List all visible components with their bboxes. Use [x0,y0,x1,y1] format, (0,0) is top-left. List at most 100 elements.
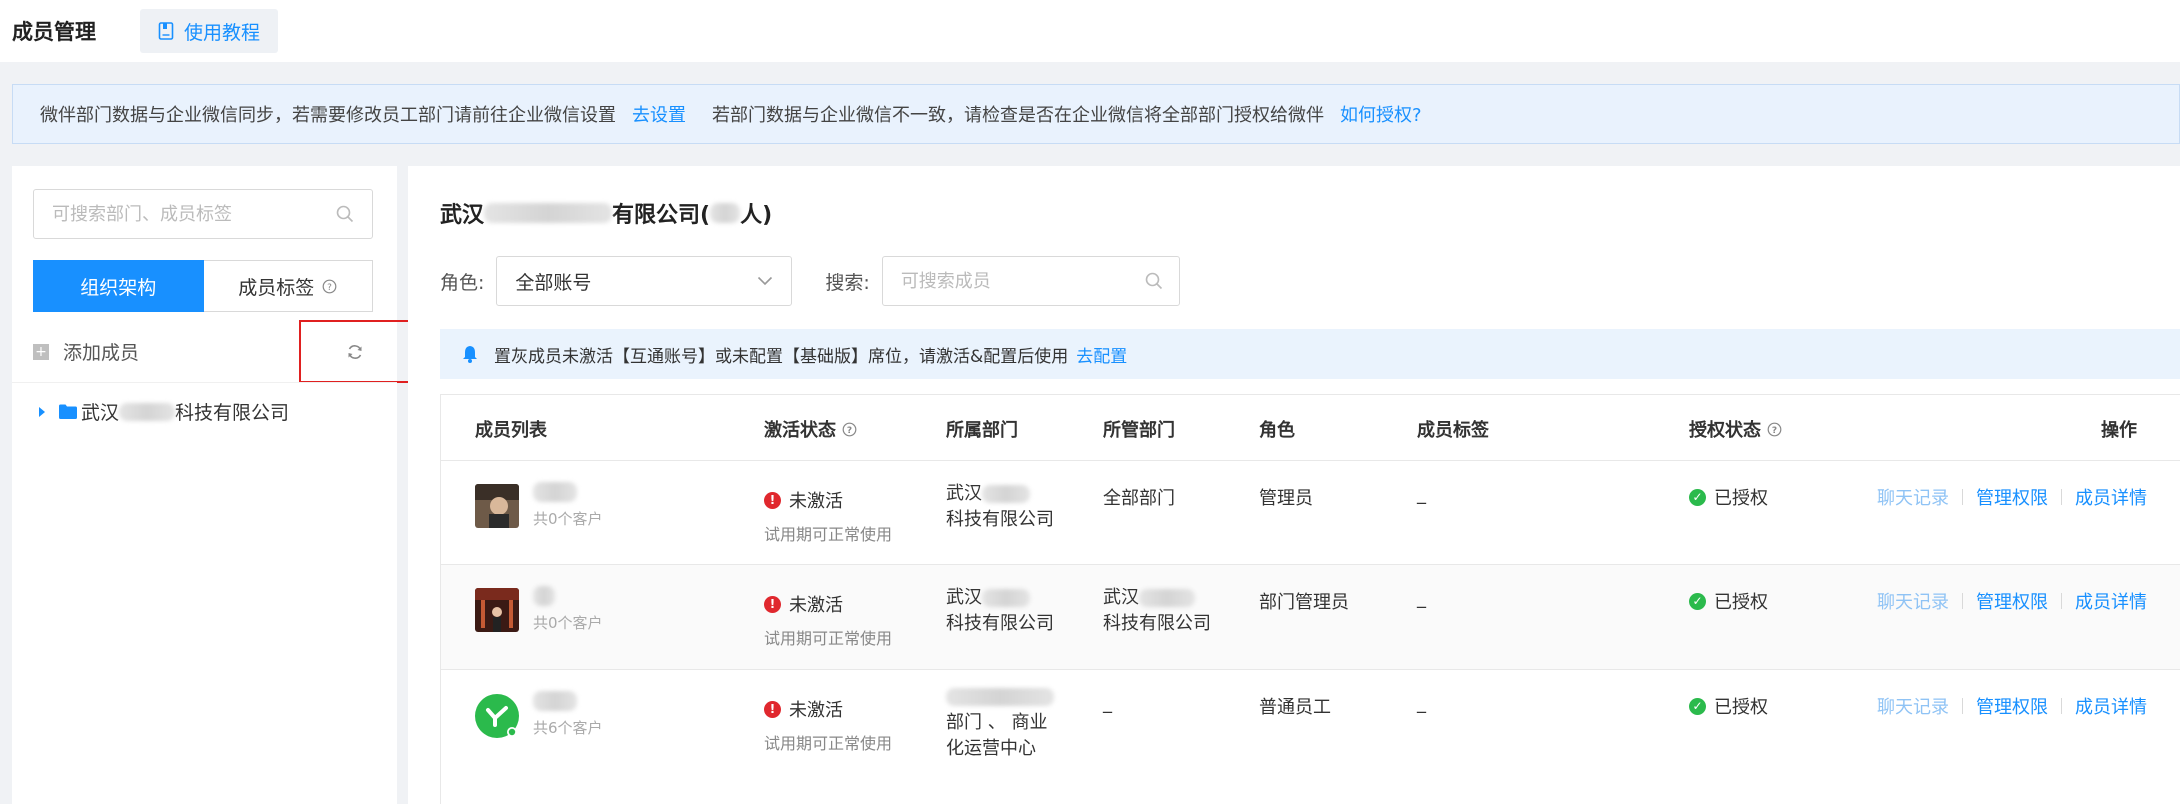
role-label: 角色: [440,271,485,294]
filter-row: 角色: 全部账号 搜索: [440,256,1180,306]
activation-status: ! 未激活 [764,696,892,722]
activation-status-text: 未激活 [789,491,843,512]
department-cell: 部门 、 商业 化运营中心 [946,684,1054,762]
manage-permission-link[interactable]: 管理权限 [1976,693,2048,719]
chevron-down-icon [758,276,773,286]
tab-member-tags[interactable]: 成员标签 ? [203,260,373,312]
department-cell: 武汉 科技有限公司 [946,585,1054,637]
help-icon[interactable]: ? [842,422,857,437]
department-line-2: 部门 、 商业 [946,712,1048,733]
avatar[interactable] [475,484,519,528]
col-activation: 激活状态 ? [764,416,857,442]
tree-node-company[interactable]: 武汉 科技有限公司 [39,398,289,425]
help-icon[interactable]: ? [322,279,337,294]
department-line-2: 科技有限公司 [946,509,1054,530]
org-sidebar: 组织架构 成员标签 ? + 添加成员 武汉 科技有限公司 [12,166,411,804]
redacted-count [710,203,741,223]
activation-cell: ! 未激活 试用期可正常使用 [764,696,892,754]
divider [2061,489,2062,505]
chat-record-link[interactable]: 聊天记录 [1877,693,1949,719]
refresh-button[interactable] [299,320,411,383]
redacted-text [982,589,1030,607]
redacted-name [533,482,577,502]
dept-search-box [33,189,373,239]
auth-cell: ✓ 已授权 [1689,588,1768,614]
company-title-suffix: 人) [740,203,773,228]
activation-sub: 试用期可正常使用 [764,734,893,753]
go-settings-link[interactable]: 去设置 [632,101,686,127]
bell-icon [462,345,478,363]
svg-text:?: ? [1772,426,1777,436]
member-table: 成员列表 激活状态 ? 所属部门 所管部门 角色 成员标签 授权状态 ? 操作 … [440,394,2180,804]
go-configure-link[interactable]: 去配置 [1076,342,1127,367]
dept-search-input[interactable] [34,190,336,238]
tab-org-structure[interactable]: 组织架构 [33,260,204,312]
member-main-panel: 武汉 有限公司( 人) 角色: 全部账号 搜索: 置灰成员未激活【互通账号】或未… [408,166,2180,804]
department-line-2: 科技有限公司 [946,613,1054,634]
sync-notice-bar: 微伴部门数据与企业微信同步，若需要修改员工部门请前往企业微信设置 去设置 若部门… [12,84,2180,144]
avatar[interactable] [475,694,519,738]
chat-record-link[interactable]: 聊天记录 [1877,588,1949,614]
role-cell: 普通员工 [1259,697,1331,718]
managed-department-cell: _ [1103,693,1112,714]
member-search-input[interactable] [882,257,1145,305]
table-row: 共6个客户 ! 未激活 试用期可正常使用 部门 、 商业 化运营中心 _ 普通员… [441,670,2180,804]
activation-sub: 试用期可正常使用 [764,525,893,544]
tree-node-suffix: 科技有限公司 [175,402,290,424]
caret-right-icon[interactable] [39,406,45,417]
refresh-icon [348,344,362,359]
member-search-box [881,256,1180,306]
tab-member-tags-label: 成员标签 [238,276,315,299]
member-detail-link[interactable]: 成员详情 [2075,588,2147,614]
activation-sub: 试用期可正常使用 [764,629,893,648]
customer-count: 共0个客户 [533,510,603,528]
error-icon: ! [764,491,781,509]
seat-hint-bar: 置灰成员未激活【互通账号】或未配置【基础版】席位，请激活&配置后使用 去配置 [440,329,2180,379]
add-member-button[interactable]: + 添加成员 [33,338,139,365]
member-detail-link[interactable]: 成员详情 [2075,484,2147,510]
activation-cell: ! 未激活 试用期可正常使用 [764,591,892,649]
member-detail-link[interactable]: 成员详情 [2075,693,2147,719]
chat-record-link[interactable]: 聊天记录 [1877,484,1949,510]
row-operations: 聊天记录 管理权限 成员详情 [1877,693,2147,719]
table-row: 共0个客户 ! 未激活 试用期可正常使用 武汉 科技有限公司 全部部门 管理员 … [441,461,2180,565]
help-icon[interactable]: ? [1767,422,1782,437]
department-cell: 武汉 科技有限公司 [946,481,1054,533]
divider [1962,489,1963,505]
svg-text:?: ? [847,426,852,436]
tutorial-button[interactable]: 使用教程 [140,9,279,53]
divider [1962,698,1963,714]
col-department: 所属部门 [946,420,1018,441]
tags-cell: _ [1417,693,1426,714]
activation-status-text: 未激活 [789,700,843,721]
sidebar-tabs: 组织架构 成员标签 ? [33,260,373,312]
page-title: 成员管理 [12,20,96,44]
member-name-cell: 共0个客户 [533,585,603,633]
col-auth-status-label: 授权状态 [1689,420,1761,441]
search-icon[interactable] [1145,272,1163,290]
role-cell: 部门管理员 [1259,592,1349,613]
col-member-tags: 成员标签 [1417,420,1489,441]
top-header: 成员管理 使用教程 [0,0,2180,62]
search-icon[interactable] [336,205,354,223]
customer-count: 共0个客户 [533,614,603,632]
check-circle-icon: ✓ [1689,697,1706,715]
folder-icon [59,404,77,419]
tags-cell: _ [1417,484,1426,505]
customer-count: 共6个客户 [533,719,603,737]
role-select[interactable]: 全部账号 [496,256,793,306]
company-title: 武汉 有限公司( 人) [440,197,772,229]
manage-permission-link[interactable]: 管理权限 [1976,588,2048,614]
managed-line-1: 武汉 [1103,587,1139,608]
how-to-authorize-link[interactable]: 如何授权? [1340,101,1422,127]
error-icon: ! [764,595,781,613]
error-icon: ! [764,700,781,718]
auth-cell: ✓ 已授权 [1689,693,1768,719]
divider [1962,593,1963,609]
redacted-name [533,691,577,711]
plus-icon: + [33,343,49,360]
department-line-1: 武汉 [946,587,982,608]
manage-permission-link[interactable]: 管理权限 [1976,484,2048,510]
avatar[interactable] [475,588,519,632]
auth-status-text: 已授权 [1714,488,1768,509]
